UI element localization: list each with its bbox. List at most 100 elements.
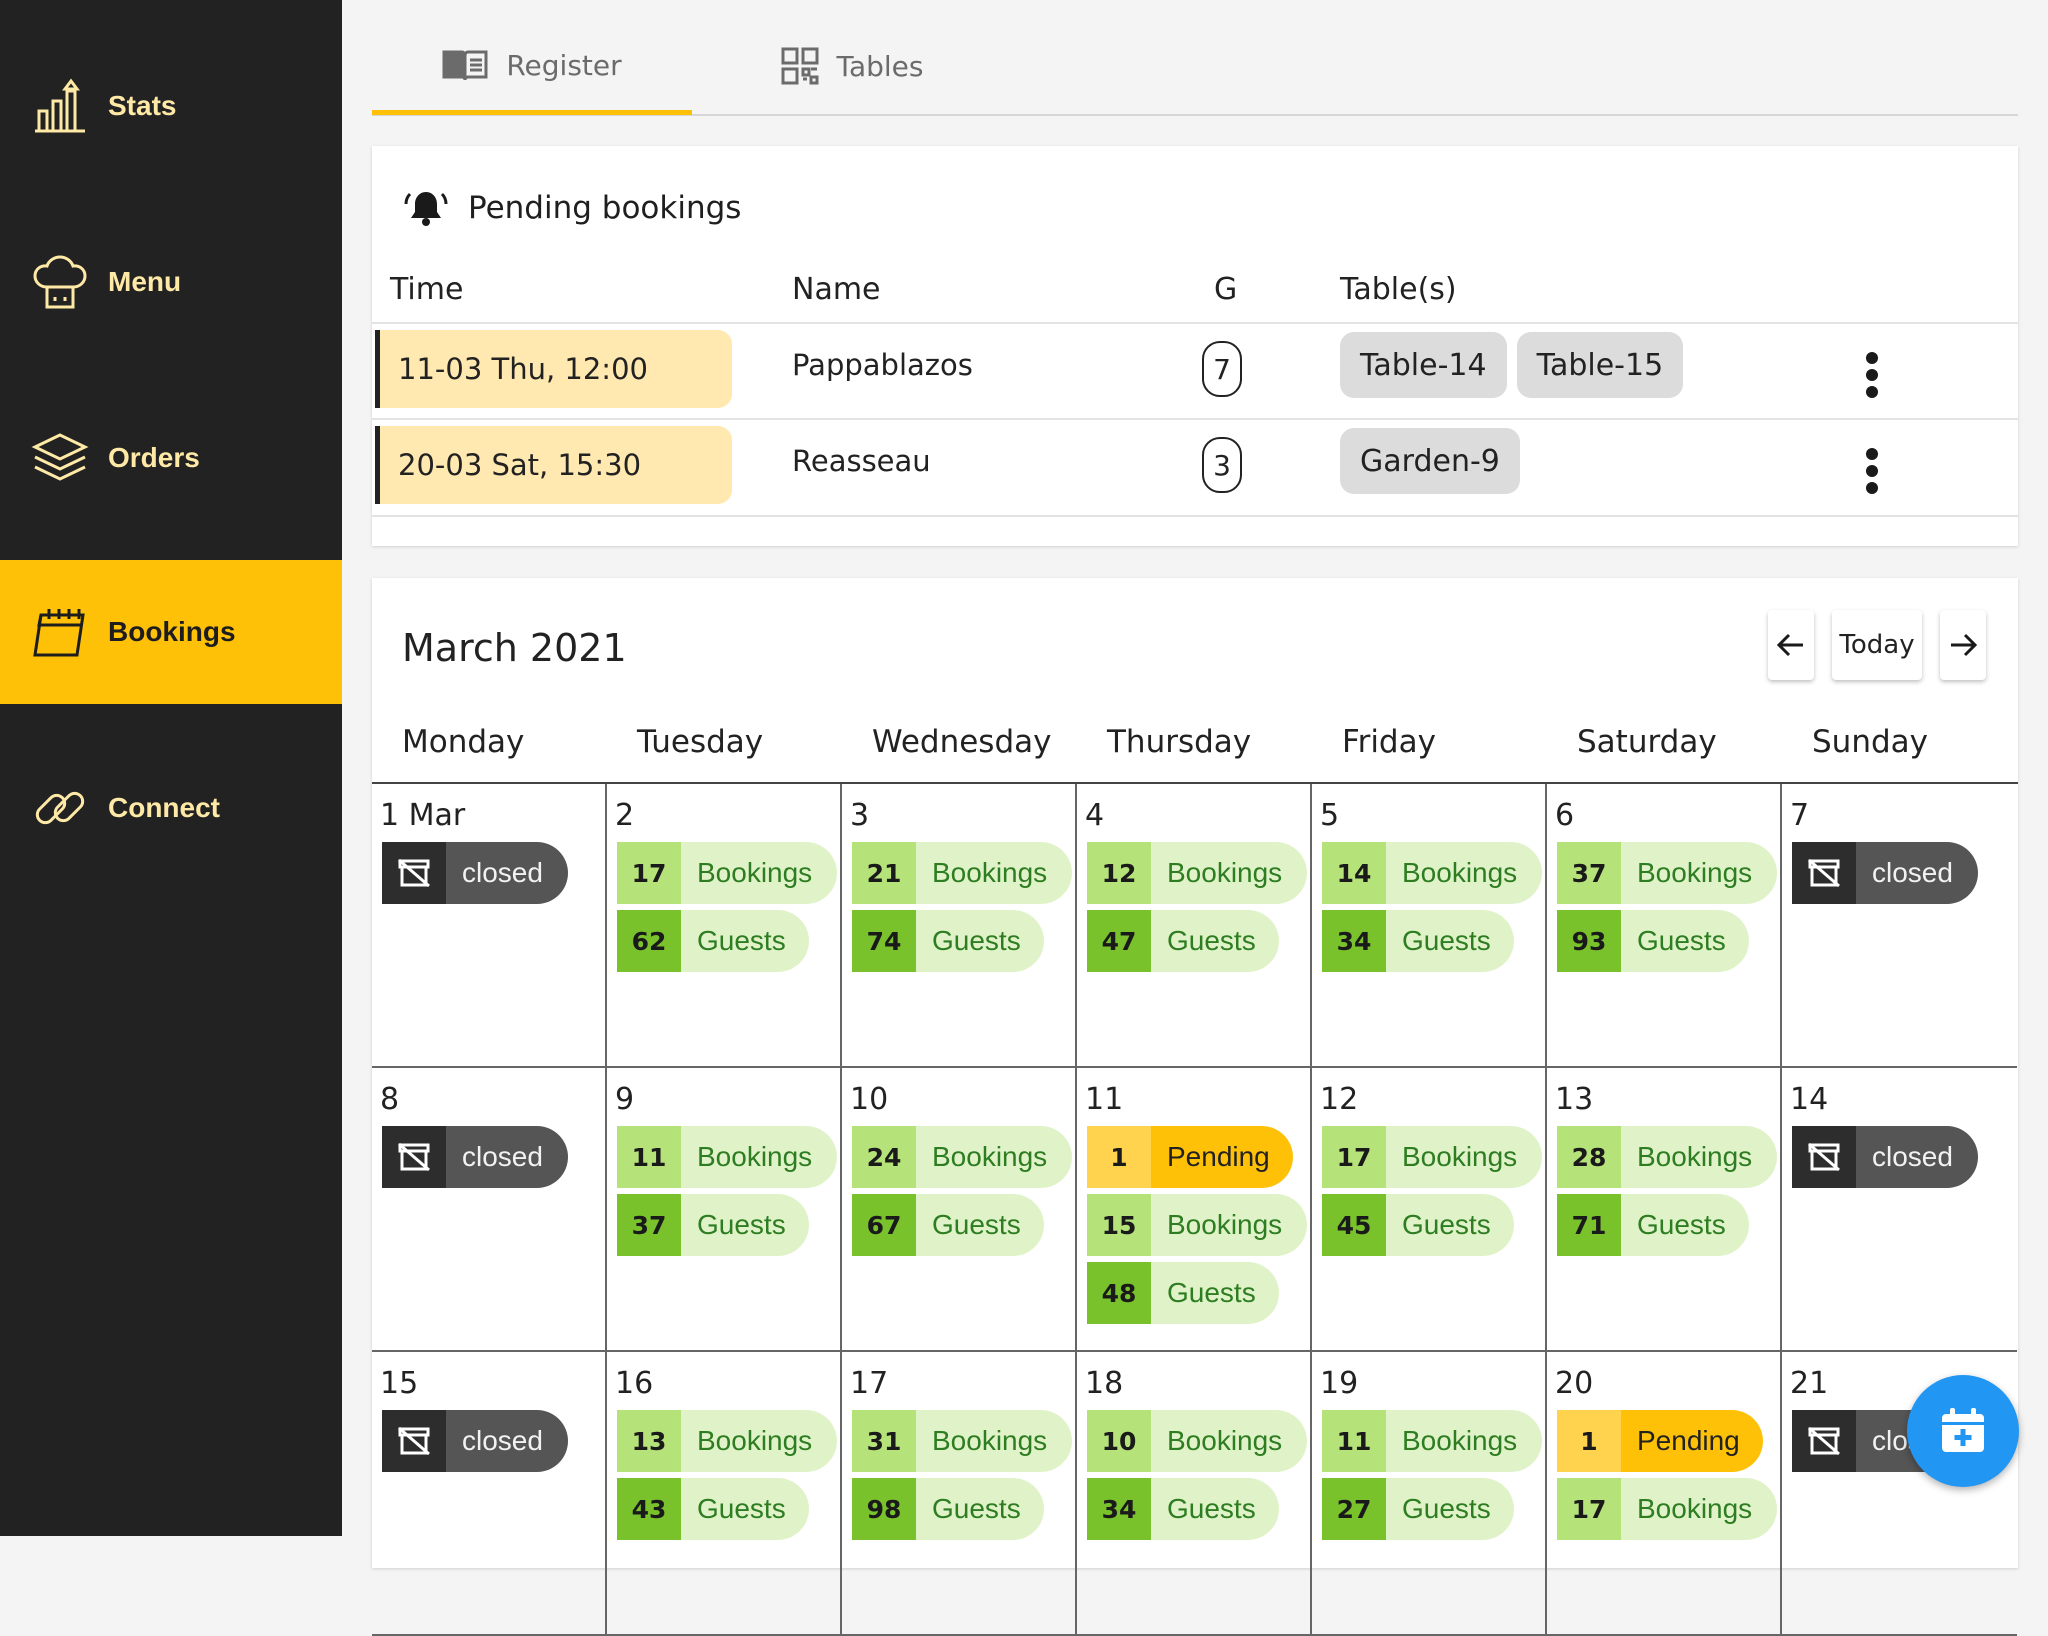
bookings-badge[interactable]: 10 Bookings	[1087, 1410, 1307, 1472]
closed-badge[interactable]: closed	[382, 1410, 568, 1472]
book-count: 17	[1557, 1478, 1621, 1540]
calendar-day-cell[interactable]: 15 closed	[372, 1352, 607, 1636]
book-label: Bookings	[1402, 1425, 1518, 1456]
calendar-day-cell[interactable]: 8 closed	[372, 1068, 607, 1352]
calendar-day-cell[interactable]: 17 31 Bookings 98 Guests	[842, 1352, 1077, 1636]
guests-badge[interactable]: 27 Guests	[1322, 1478, 1514, 1540]
tab-tables-label: Tables	[836, 49, 924, 83]
weekday-sunday: Sunday	[1812, 724, 1928, 760]
guests-badge[interactable]: 43 Guests	[617, 1478, 809, 1540]
more-options-icon[interactable]	[1862, 352, 1882, 398]
pending-booking-row[interactable]: 20-03 Sat, 15:30 Reasseau 3 Garden-9	[372, 418, 2018, 517]
sidebar-item-bookings[interactable]: Bookings	[0, 560, 342, 704]
book-label: Bookings	[1167, 1425, 1283, 1456]
booking-name: Pappablazos	[792, 348, 973, 382]
book-count: 31	[852, 1410, 916, 1472]
sidebar-item-stats[interactable]: Stats	[0, 34, 342, 178]
bookings-badge[interactable]: 24 Bookings	[852, 1126, 1072, 1188]
guest-label: Guests	[1402, 925, 1491, 956]
pending-booking-row[interactable]: 11-03 Thu, 12:00 Pappablazos 7 Table-14 …	[372, 322, 2018, 419]
pending-badge[interactable]: 1 Pending	[1557, 1410, 1763, 1472]
guests-badge[interactable]: 37 Guests	[617, 1194, 809, 1256]
calendar-day-cell[interactable]: 10 24 Bookings 67 Guests	[842, 1068, 1077, 1352]
bookings-badge[interactable]: 13 Bookings	[617, 1410, 837, 1472]
more-options-icon[interactable]	[1862, 448, 1882, 494]
bookings-badge[interactable]: 28 Bookings	[1557, 1126, 1777, 1188]
calendar-day-cell[interactable]: 6 37 Bookings 93 Guests	[1547, 784, 1782, 1068]
calendar-day-cell[interactable]: 9 11 Bookings 37 Guests	[607, 1068, 842, 1352]
next-month-button[interactable]	[1940, 610, 1986, 680]
guests-badge[interactable]: 98 Guests	[852, 1478, 1044, 1540]
closed-badge[interactable]: closed	[382, 842, 568, 904]
bookings-badge[interactable]: 15 Bookings	[1087, 1194, 1307, 1256]
calendar-day-cell[interactable]: 5 14 Bookings 34 Guests	[1312, 784, 1547, 1068]
today-button[interactable]: Today	[1832, 610, 1922, 680]
closed-label: closed	[462, 1425, 543, 1456]
calendar-day-cell[interactable]: 11 1 Pending 15 Bookings 48 Guests	[1077, 1068, 1312, 1352]
bookings-badge[interactable]: 17 Bookings	[1557, 1478, 1777, 1540]
calendar-day-cell[interactable]: 16 13 Bookings 43 Guests	[607, 1352, 842, 1636]
closed-badge[interactable]: closed	[1792, 842, 1978, 904]
day-number: 17	[850, 1366, 889, 1401]
calendar-day-cell[interactable]: 2 17 Bookings 62 Guests	[607, 784, 842, 1068]
sidebar-item-menu[interactable]: Menu	[0, 210, 342, 354]
table-chip: Garden-9	[1340, 428, 1520, 494]
bookings-badge[interactable]: 17 Bookings	[1322, 1126, 1542, 1188]
sidebar-item-connect[interactable]: Connect	[0, 736, 342, 880]
pending-bookings-header: Pending bookings	[404, 188, 741, 228]
guests-badge[interactable]: 45 Guests	[1322, 1194, 1514, 1256]
guests-badge[interactable]: 67 Guests	[852, 1194, 1044, 1256]
pend-label: Pending	[1637, 1425, 1740, 1456]
calendar-day-cell[interactable]: 7 closed	[1782, 784, 2017, 1068]
bookings-badge[interactable]: 11 Bookings	[617, 1126, 837, 1188]
closed-store-icon	[1792, 842, 1856, 904]
guest-count: 37	[617, 1194, 681, 1256]
book-count: 15	[1087, 1194, 1151, 1256]
add-booking-button[interactable]	[1907, 1375, 2019, 1487]
guest-count: 62	[617, 910, 681, 972]
sidebar-item-orders[interactable]: Orders	[0, 386, 342, 530]
pend-count: 1	[1557, 1410, 1621, 1472]
guests-badge[interactable]: 93 Guests	[1557, 910, 1749, 972]
bookings-badge[interactable]: 14 Bookings	[1322, 842, 1542, 904]
bookings-badge[interactable]: 31 Bookings	[852, 1410, 1072, 1472]
weekday-friday: Friday	[1342, 724, 1436, 760]
bookings-badge[interactable]: 37 Bookings	[1557, 842, 1777, 904]
calendar-day-cell[interactable]: 14 closed	[1782, 1068, 2017, 1352]
guests-badge[interactable]: 34 Guests	[1087, 1478, 1279, 1540]
guests-badge[interactable]: 47 Guests	[1087, 910, 1279, 972]
guests-badge[interactable]: 34 Guests	[1322, 910, 1514, 972]
book-count: 24	[852, 1126, 916, 1188]
day-number: 18	[1085, 1366, 1124, 1401]
bookings-badge[interactable]: 17 Bookings	[617, 842, 837, 904]
calendar-day-cell[interactable]: 18 10 Bookings 34 Guests	[1077, 1352, 1312, 1636]
calendar-day-cell[interactable]: 20 1 Pending 17 Bookings	[1547, 1352, 1782, 1636]
closed-store-icon	[1792, 1410, 1856, 1472]
calendar-day-cell[interactable]: 4 12 Bookings 47 Guests	[1077, 784, 1312, 1068]
guests-badge[interactable]: 48 Guests	[1087, 1262, 1279, 1324]
pend-count: 1	[1087, 1126, 1151, 1188]
guests-badge[interactable]: 71 Guests	[1557, 1194, 1749, 1256]
calendar-day-cell[interactable]: 1 Mar closed	[372, 784, 607, 1068]
closed-badge[interactable]: closed	[1792, 1126, 1978, 1188]
guests-badge[interactable]: 74 Guests	[852, 910, 1044, 972]
calendar-day-cell[interactable]: 3 21 Bookings 74 Guests	[842, 784, 1077, 1068]
bookings-badge[interactable]: 11 Bookings	[1322, 1410, 1542, 1472]
guest-label: Guests	[1402, 1493, 1491, 1524]
calendar-day-cell[interactable]: 12 17 Bookings 45 Guests	[1312, 1068, 1547, 1352]
pending-badge[interactable]: 1 Pending	[1087, 1126, 1293, 1188]
closed-badge[interactable]: closed	[382, 1126, 568, 1188]
calendar-day-cell[interactable]: 13 28 Bookings 71 Guests	[1547, 1068, 1782, 1352]
bookings-badge[interactable]: 21 Bookings	[852, 842, 1072, 904]
tab-register[interactable]: Register	[372, 20, 692, 115]
bookings-badge[interactable]: 12 Bookings	[1087, 842, 1307, 904]
calendar-plus-icon	[1942, 1408, 1984, 1452]
calendar-day-cell[interactable]: 19 11 Bookings 27 Guests	[1312, 1352, 1547, 1636]
sidebar-item-label: Orders	[108, 442, 200, 473]
column-header-tables: Table(s)	[1340, 272, 1457, 307]
guests-badge[interactable]: 62 Guests	[617, 910, 809, 972]
guest-label: Guests	[932, 1209, 1021, 1240]
arrow-right-icon	[1951, 633, 1978, 657]
previous-month-button[interactable]	[1768, 610, 1814, 680]
tab-tables[interactable]: Tables	[692, 20, 1012, 112]
